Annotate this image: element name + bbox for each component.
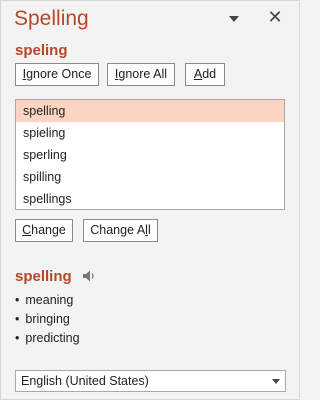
suggestion-item[interactable]: sperling [16, 144, 284, 166]
pane-title: Spelling [14, 7, 89, 30]
ignore-all-button[interactable]: Ignore All [107, 63, 175, 86]
synonym-item: predicting [15, 329, 79, 348]
spelling-pane: Spelling ✕ speling Ignore Once Ignore Al… [0, 0, 300, 400]
language-dropdown[interactable]: English (United States) [15, 370, 286, 392]
speaker-icon[interactable] [82, 269, 96, 283]
suggestions-list[interactable]: spelling spieling sperling spilling spel… [15, 99, 285, 210]
synonym-item: bringing [15, 310, 80, 329]
chevron-down-icon [272, 379, 280, 384]
suggestion-item[interactable]: spellings [16, 188, 284, 210]
synonym-list: meaning bringing predicting [15, 291, 80, 348]
close-icon[interactable]: ✕ [265, 7, 285, 27]
add-button[interactable]: Add [185, 63, 225, 86]
suggestion-item[interactable]: spilling [16, 166, 284, 188]
pane-options-dropdown-icon[interactable] [227, 12, 241, 26]
suggestion-item[interactable]: spieling [16, 122, 284, 144]
ignore-once-button[interactable]: Ignore Once [15, 63, 99, 86]
change-all-button[interactable]: Change All [83, 219, 158, 242]
language-value: English (United States) [21, 374, 149, 388]
change-button[interactable]: Change [15, 219, 73, 242]
suggestion-item[interactable]: spelling [16, 100, 284, 122]
definition-word: spelling [15, 268, 72, 285]
synonym-item: meaning [15, 291, 80, 310]
misspelled-word: speling [15, 42, 68, 59]
